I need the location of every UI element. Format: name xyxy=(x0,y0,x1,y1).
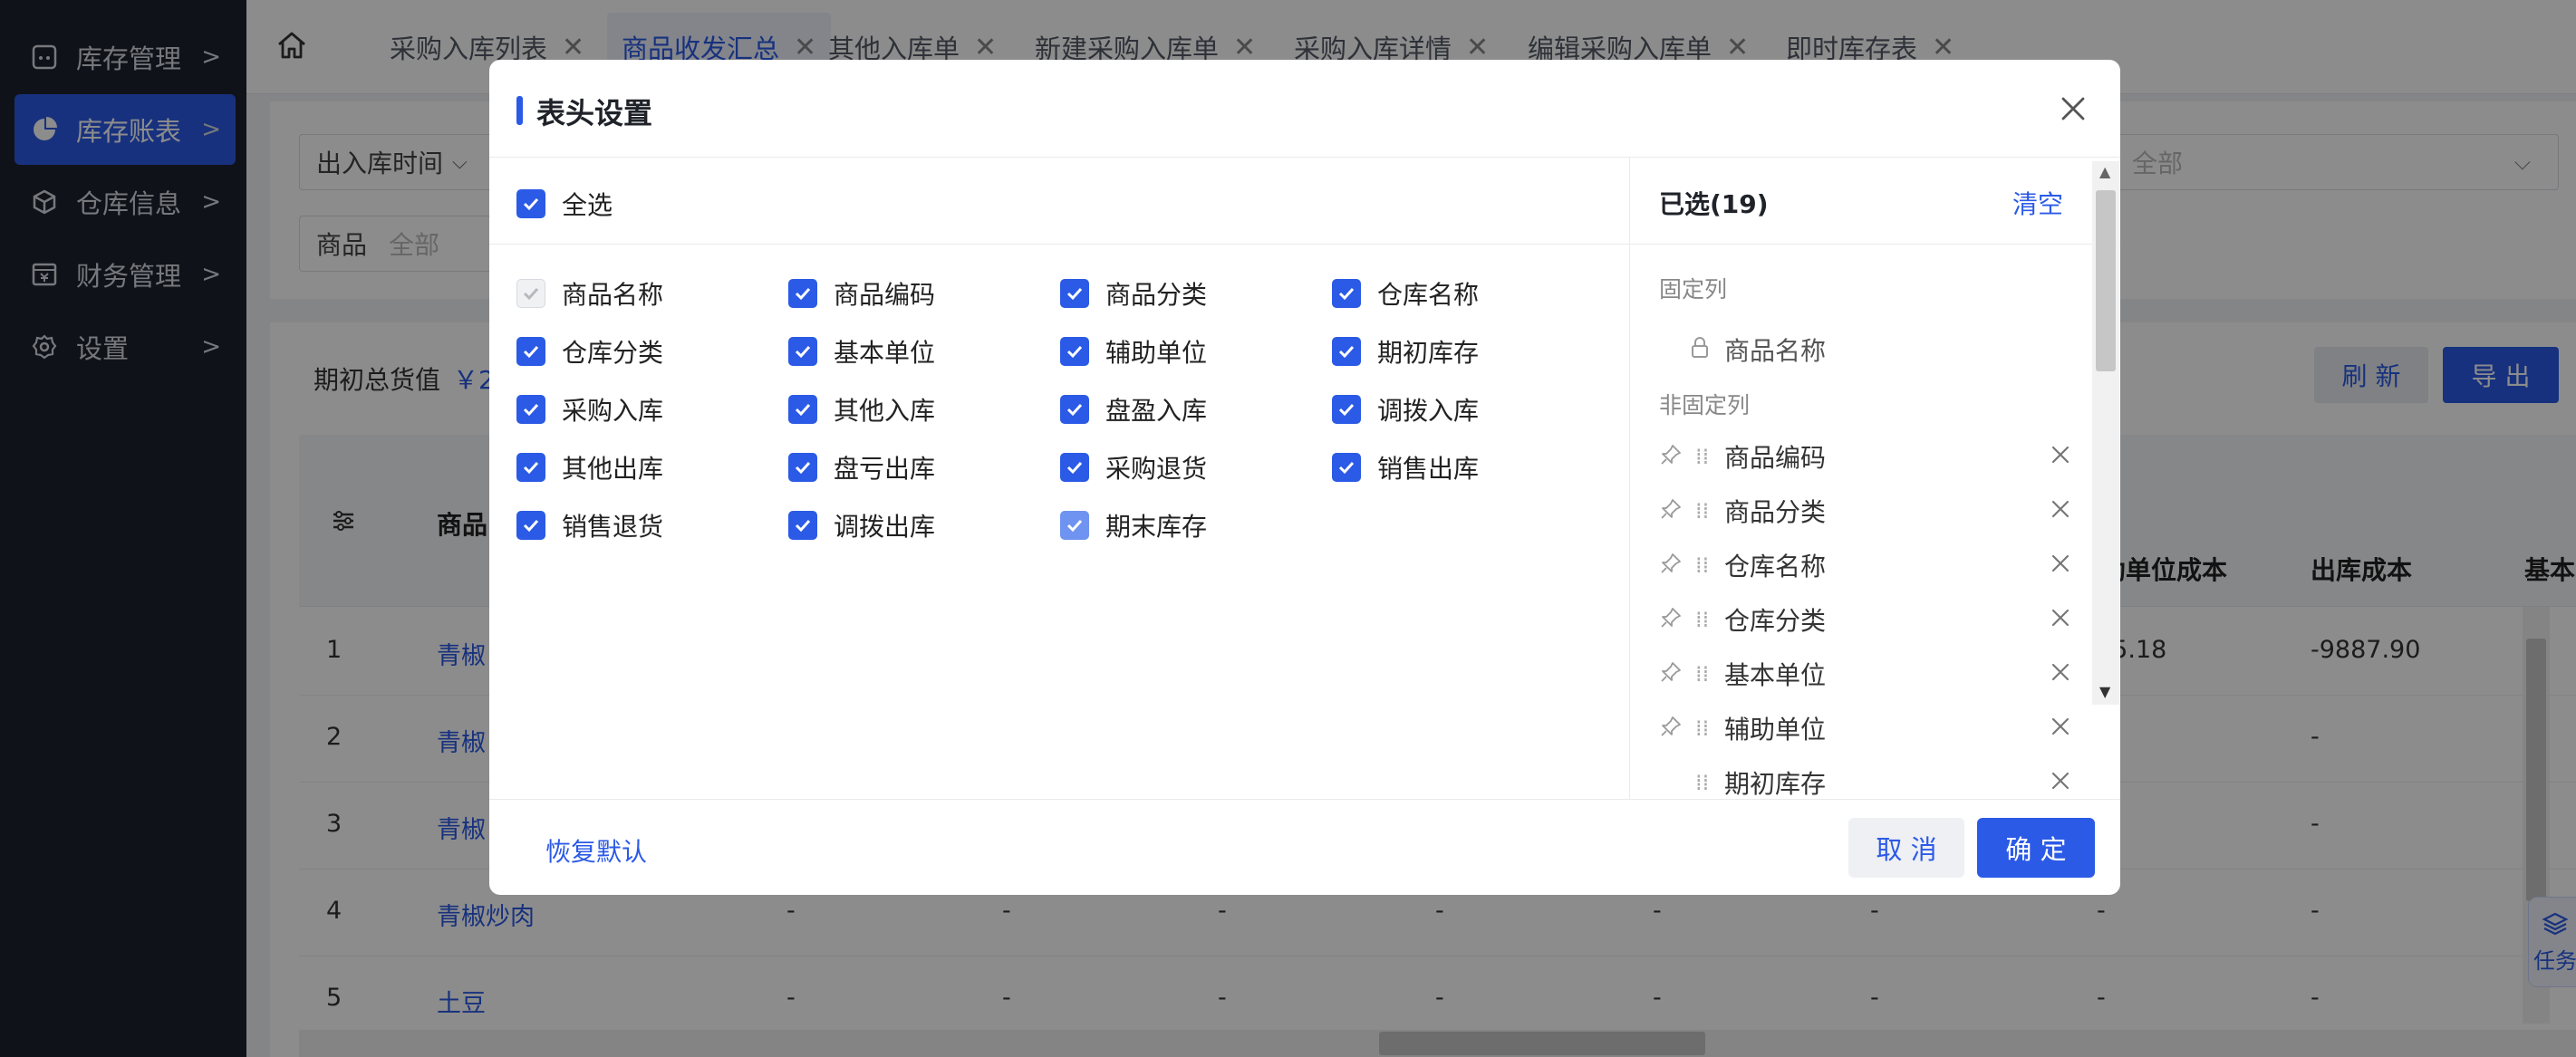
check-icon xyxy=(1332,453,1361,482)
column-option-checkbox[interactable]: 调拨出库 xyxy=(788,507,935,543)
column-option-checkbox[interactable]: 期末库存 xyxy=(1060,507,1207,543)
selected-list: 固定列 商品名称 非固定列 ⁞⁞ 商品编码 ⁞⁞ 商品分类 ⁞⁞ 仓库名称 ⁞⁞ 仓库分类 ⁞⁞… xyxy=(1630,245,2120,799)
check-icon xyxy=(788,511,817,540)
title-accent-bar xyxy=(516,96,523,125)
remove-icon[interactable] xyxy=(2049,769,2076,796)
lock-icon xyxy=(1688,336,1715,363)
drag-handle-icon[interactable]: ⁞⁞ xyxy=(1695,498,1713,524)
column-option-checkbox[interactable]: 采购退货 xyxy=(1060,449,1207,485)
check-icon xyxy=(516,395,545,424)
selected-column-item[interactable]: ⁞⁞ 期初库存 xyxy=(1659,761,2076,799)
clear-button[interactable]: 清空 xyxy=(2012,185,2063,221)
check-icon xyxy=(516,511,545,540)
column-option-checkbox[interactable]: 商品编码 xyxy=(788,275,935,312)
drag-handle-icon[interactable]: ⁞⁞ xyxy=(1695,553,1713,578)
remove-icon[interactable] xyxy=(2049,497,2076,524)
selected-column-item[interactable]: ⁞⁞ 仓库名称 xyxy=(1659,543,2076,587)
column-option-checkbox[interactable]: 其他出库 xyxy=(516,449,663,485)
check-icon xyxy=(1060,279,1089,308)
check-icon xyxy=(1060,337,1089,366)
check-icon xyxy=(1060,453,1089,482)
drag-handle-icon[interactable]: ⁞⁞ xyxy=(1695,444,1713,469)
restore-default-button[interactable]: 恢复默认 xyxy=(545,832,647,869)
nonfixed-section-label: 非固定列 xyxy=(1659,392,1751,418)
check-icon xyxy=(516,279,545,308)
scroll-down-icon[interactable]: ▼ xyxy=(2099,683,2110,700)
column-option-checkbox[interactable]: 销售出库 xyxy=(1332,449,1479,485)
column-option-checkbox[interactable]: 期初库存 xyxy=(1332,333,1479,370)
column-option-checkbox[interactable]: 仓库名称 xyxy=(1332,275,1479,312)
check-icon xyxy=(516,189,545,218)
cancel-button[interactable]: 取 消 xyxy=(1848,818,1964,878)
column-option-checkbox[interactable]: 其他入库 xyxy=(788,391,935,428)
check-icon xyxy=(788,337,817,366)
select-all-row: 全选 xyxy=(489,158,1629,245)
confirm-button[interactable]: 确 定 xyxy=(1977,818,2095,878)
selected-header: 已选(19) 清空 xyxy=(1630,158,2120,245)
fixed-section-label: 固定列 xyxy=(1659,276,1728,303)
check-icon xyxy=(788,279,817,308)
check-icon xyxy=(788,453,817,482)
selected-columns-pane: 已选(19) 清空 固定列 商品名称 非固定列 ⁞⁞ 商品编码 ⁞⁞ 商品分类 ⁞⁞ 仓库… xyxy=(1629,158,2120,799)
column-option-checkbox[interactable]: 盘亏出库 xyxy=(788,449,935,485)
column-option-checkbox[interactable]: 商品分类 xyxy=(1060,275,1207,312)
selected-column-item[interactable]: ⁞⁞ 仓库分类 xyxy=(1659,598,2076,641)
column-option-checkbox: 商品名称 xyxy=(516,275,663,312)
pin-icon[interactable] xyxy=(1659,606,1686,633)
pin-icon[interactable] xyxy=(1659,715,1686,742)
column-option-checkbox[interactable]: 采购入库 xyxy=(516,391,663,428)
drag-handle-icon[interactable]: ⁞⁞ xyxy=(1695,716,1713,741)
remove-icon[interactable] xyxy=(2049,660,2076,687)
selected-column-item[interactable]: ⁞⁞ 商品编码 xyxy=(1659,435,2076,478)
drag-handle-icon[interactable]: ⁞⁞ xyxy=(1695,607,1713,632)
column-option-checkbox[interactable]: 调拨入库 xyxy=(1332,391,1479,428)
check-icon xyxy=(516,453,545,482)
column-option-checkbox[interactable]: 盘盈入库 xyxy=(1060,391,1207,428)
pin-icon[interactable] xyxy=(1659,443,1686,470)
selected-column-item[interactable]: ⁞⁞ 基本单位 xyxy=(1659,652,2076,696)
check-icon xyxy=(1332,395,1361,424)
fixed-column-item: 商品名称 xyxy=(1688,328,2105,371)
column-option-checkbox[interactable]: 仓库分类 xyxy=(516,333,663,370)
column-option-checkbox[interactable]: 辅助单位 xyxy=(1060,333,1207,370)
check-icon xyxy=(788,395,817,424)
select-all-checkbox[interactable]: 全选 xyxy=(516,186,613,222)
remove-icon[interactable] xyxy=(2049,443,2076,470)
selected-column-item[interactable]: ⁞⁞ 辅助单位 xyxy=(1659,706,2076,750)
column-options-pane: 全选 商品名称 商品编码 商品分类 仓库名称 仓库分类 基本单位 辅助单位 期初库存 采购入库其… xyxy=(489,158,1629,799)
selected-column-item[interactable]: ⁞⁞ 商品分类 xyxy=(1659,489,2076,533)
pin-icon[interactable] xyxy=(1659,497,1686,524)
selected-count: 已选(19) xyxy=(1659,189,1769,219)
dialog-header: 表头设置 xyxy=(489,60,2120,158)
selected-list-scroll-thumb[interactable] xyxy=(2096,190,2116,371)
pin-icon[interactable] xyxy=(1659,660,1686,687)
remove-icon[interactable] xyxy=(2049,552,2076,579)
scroll-up-icon[interactable]: ▲ xyxy=(2099,163,2110,180)
check-icon xyxy=(1060,395,1089,424)
dialog-title: 表头设置 xyxy=(536,96,653,130)
column-settings-dialog: 表头设置 全选 商品名称 商品编码 商品分类 仓库名称仓库分类 基本单位 辅助单位 期初库存… xyxy=(489,60,2120,895)
drag-handle-icon[interactable]: ⁞⁞ xyxy=(1695,770,1713,795)
check-icon xyxy=(1060,511,1089,540)
remove-icon[interactable] xyxy=(2049,715,2076,742)
drag-handle-icon[interactable]: ⁞⁞ xyxy=(1695,661,1713,687)
dialog-footer: 恢复默认 取 消 确 定 xyxy=(489,799,2120,895)
check-icon xyxy=(516,337,545,366)
check-icon xyxy=(1332,337,1361,366)
remove-icon[interactable] xyxy=(2049,606,2076,633)
column-option-checkbox[interactable]: 基本单位 xyxy=(788,333,935,370)
check-icon xyxy=(1332,279,1361,308)
column-option-checkbox[interactable]: 销售退货 xyxy=(516,507,663,543)
close-icon[interactable] xyxy=(2055,91,2091,127)
pin-icon[interactable] xyxy=(1659,552,1686,579)
